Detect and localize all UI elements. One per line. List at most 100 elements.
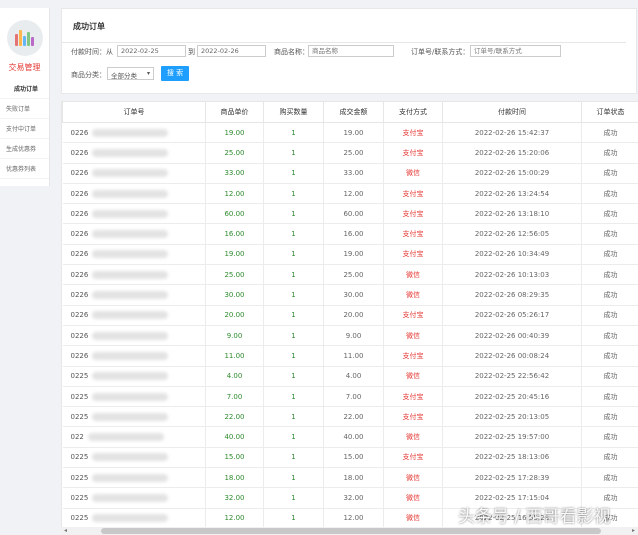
table-row[interactable]: 0225 15.00 1 15.00 支付宝 2022-02-25 18:13:06 成功 <box>62 447 638 469</box>
status-cell: 成功 <box>581 223 638 245</box>
status-cell: 成功 <box>581 467 638 489</box>
date-from-input[interactable] <box>117 45 186 57</box>
table-row[interactable]: 0226 19.00 1 19.00 支付宝 2022-02-26 15:42:37 成功 <box>62 122 638 144</box>
table-row[interactable]: 0225 18.00 1 18.00 微信 2022-02-25 17:28:39 成功 <box>62 467 638 489</box>
pay-method-cell: 支付宝 <box>383 142 443 164</box>
unit-price-cell: 25.00 <box>205 264 264 286</box>
amount-cell: 9.00 <box>323 325 384 347</box>
scroll-left-icon[interactable]: ◂ <box>64 527 67 534</box>
search-panel: 成功订单 付款时间：从 到 商品名称： 订单号/联系方式： 商品分类： 全部分类… <box>61 8 637 94</box>
sidebar-title[interactable]: 交易管理 <box>0 62 49 73</box>
status-cell-text: 成功 <box>603 372 618 381</box>
amount-cell-text: 60.00 <box>343 209 364 218</box>
quantity-cell-text: 1 <box>291 493 296 502</box>
table-row[interactable]: 0226 30.00 1 30.00 微信 2022-02-26 08:29:35 成功 <box>62 284 638 306</box>
table-row[interactable]: 0226 33.00 1 33.00 微信 2022-02-26 15:00:29 成功 <box>62 163 638 184</box>
unit-price-cell: 9.00 <box>205 325 264 347</box>
redacted-order-suffix <box>92 270 169 279</box>
search-button[interactable]: 搜 索 <box>161 66 189 81</box>
status-cell-text: 成功 <box>603 412 618 421</box>
pay-method-cell-text: 支付宝 <box>402 189 424 198</box>
amount-cell: 20.00 <box>323 305 384 326</box>
table-row[interactable]: 0225 7.00 1 7.00 支付宝 2022-02-25 20:45:16 成功 <box>62 386 638 408</box>
status-cell-text: 成功 <box>603 209 618 218</box>
table-body: 0226 19.00 1 19.00 支付宝 2022-02-26 15:42:37 成功 0… <box>62 122 638 527</box>
quantity-cell: 1 <box>263 183 324 205</box>
status-cell-text: 成功 <box>603 270 618 279</box>
unit-price-cell-text: 25.00 <box>224 148 245 157</box>
sidebar-item-success-orders[interactable]: 成功订单 <box>0 79 49 99</box>
header-pay-time: 付款时间 <box>442 101 582 123</box>
unit-price-cell-text: 20.00 <box>224 311 245 320</box>
pay-time-cell-text: 2022-02-25 20:45:16 <box>474 392 550 401</box>
amount-cell: 15.00 <box>323 447 384 469</box>
sidebar-item-failed-orders[interactable]: 失败订单 <box>0 99 49 119</box>
order-number-cell: 0225 <box>62 487 206 509</box>
product-name-input[interactable] <box>308 45 394 57</box>
order-number-cell-text: 0225 <box>70 493 89 502</box>
pay-time-cell-text: 2022-02-26 13:24:54 <box>474 189 550 198</box>
order-number-cell: 0226 <box>62 142 206 164</box>
order-contact-input[interactable] <box>470 45 561 57</box>
pay-method-cell: 微信 <box>383 426 443 448</box>
amount-cell: 25.00 <box>323 264 384 286</box>
category-select-value: 全部分类 <box>111 72 137 80</box>
pay-time-cell-text: 2022-02-25 17:28:39 <box>474 473 550 482</box>
table-row[interactable]: 0226 12.00 1 12.00 支付宝 2022-02-26 13:24:54 成功 <box>62 183 638 205</box>
quantity-cell-text: 1 <box>291 291 296 300</box>
orders-table: 订单号 商品单价 购买数量 成交金额 支付方式 付款时间 订单状态 0226 19… <box>62 101 638 527</box>
order-number-cell-text: 0226 <box>70 169 89 178</box>
table-row[interactable]: 0226 25.00 1 25.00 支付宝 2022-02-26 15:20:06 成功 <box>62 142 638 164</box>
unit-price-cell: 33.00 <box>205 163 264 184</box>
table-header-row: 订单号 商品单价 购买数量 成交金额 支付方式 付款时间 订单状态 <box>62 101 638 123</box>
unit-price-cell-text: 15.00 <box>224 453 245 462</box>
table-row[interactable]: 0226 19.00 1 19.00 支付宝 2022-02-26 10:34:49 成功 <box>62 244 638 266</box>
quantity-cell: 1 <box>263 305 324 326</box>
pay-method-cell: 微信 <box>383 467 443 489</box>
quantity-cell-text: 1 <box>291 392 296 401</box>
order-number-cell: 0226 <box>62 305 206 326</box>
quantity-cell: 1 <box>263 487 324 509</box>
order-number-cell-text: 022 <box>70 433 84 442</box>
table-row[interactable]: 0226 16.00 1 16.00 支付宝 2022-02-26 12:56:05 成功 <box>62 223 638 245</box>
order-number-cell-text: 0225 <box>70 473 89 482</box>
table-row[interactable]: 0226 60.00 1 60.00 支付宝 2022-02-26 13:18:10 成功 <box>62 203 638 225</box>
order-number-cell-text: 0226 <box>70 148 89 157</box>
unit-price-cell: 32.00 <box>205 487 264 509</box>
pay-method-cell-text: 支付宝 <box>402 351 424 360</box>
amount-cell: 40.00 <box>323 426 384 448</box>
date-to-input[interactable] <box>197 45 266 57</box>
table-row[interactable]: 0225 4.00 1 4.00 微信 2022-02-25 22:56:42 成功 <box>62 366 638 387</box>
table-row[interactable]: 0225 22.00 1 22.00 支付宝 2022-02-25 20:13:05 成功 <box>62 406 638 428</box>
status-cell: 成功 <box>581 244 638 266</box>
sidebar-item-paying-orders[interactable]: 支付中订单 <box>0 119 49 139</box>
table-row[interactable]: 022 40.00 1 40.00 微信 2022-02-25 19:57:00 成功 <box>62 426 638 448</box>
table-row[interactable]: 0226 25.00 1 25.00 微信 2022-02-26 10:13:03 成功 <box>62 264 638 286</box>
unit-price-cell-text: 33.00 <box>224 169 245 178</box>
pay-method-cell-text: 支付宝 <box>402 148 424 157</box>
quantity-cell: 1 <box>263 447 324 469</box>
category-select[interactable]: 全部分类 ▾ <box>107 67 154 80</box>
header-order-no: 订单号 <box>62 101 206 123</box>
table-row[interactable]: 0226 11.00 1 11.00 支付宝 2022-02-26 00:08:24 成功 <box>62 345 638 367</box>
amount-cell-text: 18.00 <box>343 473 364 482</box>
pay-method-cell-text: 微信 <box>406 291 420 300</box>
pay-method-cell: 支付宝 <box>383 305 443 326</box>
sidebar-item-coupon-list[interactable]: 优惠券列表 <box>0 159 49 179</box>
pay-time-cell-text: 2022-02-26 08:29:35 <box>474 291 550 300</box>
amount-cell: 32.00 <box>323 487 384 509</box>
chart-logo-icon <box>6 20 43 56</box>
pay-method-cell: 微信 <box>383 325 443 347</box>
amount-cell-text: 19.00 <box>343 250 364 259</box>
redacted-order-suffix <box>92 128 169 137</box>
table-row[interactable]: 0226 9.00 1 9.00 微信 2022-02-26 00:40:39 成功 <box>62 325 638 347</box>
scroll-right-icon[interactable]: ▸ <box>632 527 635 534</box>
order-number-cell: 0226 <box>62 223 206 245</box>
sidebar-item-generate-coupon[interactable]: 生成优惠券 <box>0 139 49 159</box>
quantity-cell-text: 1 <box>291 473 296 482</box>
pay-method-cell: 支付宝 <box>383 386 443 408</box>
table-row[interactable]: 0226 20.00 1 20.00 支付宝 2022-02-26 05:26:17 成功 <box>62 305 638 326</box>
scrollbar-thumb[interactable] <box>101 528 601 534</box>
horizontal-scrollbar[interactable]: ◂ ▸ <box>61 527 638 535</box>
quantity-cell: 1 <box>263 284 324 306</box>
